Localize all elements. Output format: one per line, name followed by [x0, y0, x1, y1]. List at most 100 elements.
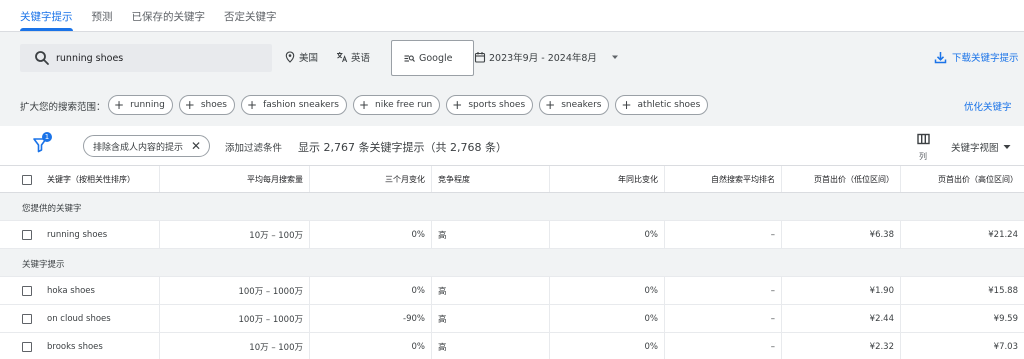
plus-icon: +: [247, 98, 258, 112]
section-label: 您提供的关键字: [22, 204, 82, 214]
three-month-change-cell: 0%: [310, 277, 432, 304]
broaden-chip[interactable]: + fashion sneakers: [241, 95, 347, 115]
search-settings-bar: 美国 英语 Google 2023年9月 - 2024年8月: [0, 31, 1024, 126]
columns-button[interactable]: 列: [916, 133, 930, 162]
results-count: 显示 2,767 条关键字提示（共 2,768 条）: [298, 141, 507, 154]
location-selector[interactable]: 美国: [284, 50, 318, 64]
plus-icon: +: [545, 98, 556, 112]
chip-label: sneakers: [561, 100, 602, 110]
header-competition[interactable]: 竞争程度: [432, 166, 550, 192]
chip-label: nike free run: [375, 100, 433, 110]
bid-low-cell: ¥6.38: [782, 221, 901, 248]
section-keyword-ideas: 关键字提示: [0, 249, 1024, 277]
date-range-label: 2023年9月 - 2024年8月: [489, 53, 597, 64]
chip-label: athletic shoes: [637, 100, 701, 110]
keyword-view-label: 关键字视图: [951, 143, 999, 154]
header-yoy-change[interactable]: 年同比变化: [550, 166, 665, 192]
section-label: 关键字提示: [22, 260, 65, 270]
organic-position-cell: –: [665, 305, 782, 332]
columns-icon: [916, 133, 930, 145]
search-network-icon: [404, 54, 415, 62]
organic-position-cell: –: [665, 333, 782, 359]
organic-position-cell: –: [665, 221, 782, 248]
filter-chip-label: 排除含成人内容的提示: [93, 142, 184, 153]
keyword-view-dropdown[interactable]: 关键字视图: [951, 140, 1011, 154]
language-selector[interactable]: 英语: [336, 50, 370, 64]
filter-count-badge: 1: [42, 132, 52, 142]
date-range-selector[interactable]: 2023年9月 - 2024年8月: [474, 50, 620, 64]
avg-searches-cell: 10万 – 100万: [160, 221, 310, 248]
chip-label: shoes: [200, 100, 227, 110]
yoy-change-cell: 0%: [550, 305, 665, 332]
broaden-chip[interactable]: + shoes: [178, 95, 235, 115]
tab-forecast[interactable]: 预测: [92, 0, 113, 31]
bid-high-cell: ¥9.59: [993, 313, 1018, 324]
header-bid-low[interactable]: 页首出价（低位区间）: [782, 166, 901, 192]
broaden-chip[interactable]: + sneakers: [539, 95, 610, 115]
keyword-cell: brooks shoes: [0, 333, 160, 359]
three-month-change-cell: 0%: [310, 221, 432, 248]
download-keyword-ideas-button[interactable]: 下载关键字提示: [934, 50, 1019, 64]
tab-negative-keywords[interactable]: 否定关键字: [224, 0, 277, 31]
download-icon: [934, 51, 947, 63]
keyword-cell: running shoes: [0, 221, 160, 248]
avg-searches-cell: 100万 – 1000万: [160, 305, 310, 332]
avg-searches-cell: 10万 – 100万: [160, 333, 310, 359]
broaden-chip[interactable]: + nike free run: [352, 95, 441, 115]
organic-position-cell: –: [665, 277, 782, 304]
top-tabs: 关键字提示 预测 已保存的关键字 否定关键字: [0, 0, 1024, 31]
yoy-change-cell: 0%: [550, 221, 665, 248]
adult-content-filter-chip[interactable]: 排除含成人内容的提示 ✕: [83, 135, 211, 157]
bid-high-cell: ¥7.03: [993, 341, 1018, 352]
chip-label: sports shoes: [468, 100, 526, 110]
section-provided-keywords: 您提供的关键字: [0, 193, 1024, 221]
broaden-chip[interactable]: + athletic shoes: [615, 95, 709, 115]
calendar-icon: [474, 52, 486, 63]
language-label: 英语: [351, 53, 371, 64]
bid-high-cell: ¥21.24: [988, 229, 1018, 240]
dropdown-arrow-icon: [1003, 145, 1011, 149]
table-row: brooks shoes 10万 – 100万 0% 高 0% – ¥2.32 …: [0, 333, 1024, 359]
close-icon[interactable]: ✕: [191, 139, 201, 153]
avg-searches-cell: 100万 – 1000万: [160, 277, 310, 304]
three-month-change-cell: -90%: [310, 305, 432, 332]
search-input[interactable]: [56, 48, 266, 68]
broaden-chip[interactable]: + running: [108, 95, 173, 115]
table-row: hoka shoes 100万 – 1000万 0% 高 0% – ¥1.90 …: [0, 277, 1024, 305]
bid-high-cell: ¥15.88: [988, 285, 1018, 296]
search-box[interactable]: [20, 44, 272, 72]
competition-cell: 高: [432, 221, 550, 248]
keyword-cell: on cloud shoes: [0, 305, 160, 332]
bid-low-cell: ¥1.90: [782, 277, 901, 304]
competition-cell: 高: [432, 305, 550, 332]
bid-low-cell: ¥2.32: [782, 333, 901, 359]
tab-saved-keywords[interactable]: 已保存的关键字: [132, 0, 206, 31]
header-bid-high[interactable]: 页首出价（高位区间）: [901, 166, 1024, 192]
table-row: running shoes 10万 – 100万 0% 高 0% – ¥6.38…: [0, 221, 1024, 249]
refine-keywords-button[interactable]: 优化关键字: [964, 99, 1012, 113]
header-three-month-change[interactable]: 三个月变化: [310, 166, 432, 192]
header-avg-monthly-searches[interactable]: 平均每月搜索量: [160, 166, 310, 192]
tab-keyword-ideas[interactable]: 关键字提示: [20, 0, 73, 31]
header-keyword[interactable]: 关键字（按相关性排序）: [0, 166, 160, 192]
search-network-selector[interactable]: Google: [391, 40, 474, 76]
broaden-chip[interactable]: + sports shoes: [446, 95, 534, 115]
location-label: 美国: [299, 53, 319, 64]
chip-label: running: [130, 100, 165, 110]
dropdown-arrow-icon: [611, 55, 618, 59]
yoy-change-cell: 0%: [550, 333, 665, 359]
competition-cell: 高: [432, 277, 550, 304]
plus-icon: +: [114, 98, 125, 112]
add-filter-button[interactable]: 添加过滤条件: [225, 140, 282, 154]
header-organic-avg-position[interactable]: 自然搜索平均排名: [665, 166, 782, 192]
broaden-search-label: 扩大您的搜索范围：: [20, 102, 106, 113]
chip-label: fashion sneakers: [263, 100, 339, 110]
plus-icon: +: [621, 98, 632, 112]
search-icon: [35, 51, 49, 65]
translate-icon: [337, 52, 348, 63]
filter-row: 1 排除含成人内容的提示 ✕ 添加过滤条件 显示 2,767 条关键字提示（共 …: [0, 127, 1024, 165]
search-network-label: Google: [419, 52, 453, 64]
broaden-chips: + running + shoes + fashion sneakers + nike …: [108, 95, 709, 115]
download-label: 下载关键字提示: [952, 53, 1019, 64]
columns-label: 列: [919, 152, 927, 161]
